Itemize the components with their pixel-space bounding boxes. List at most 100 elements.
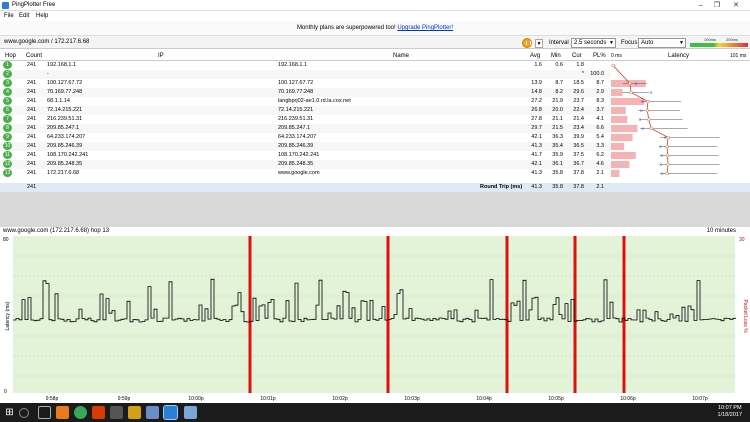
pl-max-label: 30: [739, 237, 745, 243]
col-min[interactable]: Min: [551, 53, 561, 59]
restore-button[interactable]: ❐: [710, 1, 724, 10]
window-title: PingPlotter Free: [12, 2, 56, 8]
pingplotter-taskbar-icon[interactable]: [163, 405, 178, 420]
hop-count: 241: [27, 125, 37, 131]
packet-loss-marker: [622, 236, 626, 393]
col-pl[interactable]: PL%: [593, 53, 606, 59]
table-row[interactable]: 1 241 192.168.1.1 192.168.1.1 1.6 0.6 1.8: [0, 61, 610, 70]
clock[interactable]: 10:07 PM 1/18/2017: [718, 405, 742, 419]
hop-ip: 64.233.174.207: [47, 134, 86, 140]
average-latency-point: [665, 171, 669, 176]
grid-header: Hop Count IP Name Avg Min Cur PL% 0 ms L…: [0, 52, 750, 61]
current-latency-mark: ×: [659, 162, 662, 168]
hop-min: 21.9: [552, 98, 563, 104]
table-row[interactable]: 12 241 209.85.248.35 209.85.248.35 42.1 36.1 3…: [0, 160, 610, 169]
hop-ip: 209.85.248.35: [47, 161, 83, 167]
hop-avg: 42.1: [531, 161, 542, 167]
interval-select[interactable]: 2.5 seconds ▼: [571, 38, 616, 48]
app-icon[interactable]: [110, 406, 123, 419]
hop-avg: 14.8: [531, 89, 542, 95]
splitter-area[interactable]: [0, 192, 750, 227]
hop-count: 241: [27, 134, 37, 140]
target-label: www.google.com / 172.217.6.68: [4, 39, 90, 45]
col-avg[interactable]: Avg: [530, 53, 540, 59]
hop-ip: 172.217.6.68: [47, 170, 80, 176]
hop-name: 64.233.174.207: [278, 134, 317, 140]
hop-number: 13: [3, 169, 12, 177]
table-row[interactable]: 5 241 68.1.1.14 langbprj02-ae1.0.rd.la.cox.…: [0, 97, 610, 106]
firefox-icon[interactable]: [56, 406, 69, 419]
minimize-button[interactable]: –: [694, 1, 708, 10]
col-latency[interactable]: Latency: [668, 53, 689, 59]
hop-min: 8.2: [555, 89, 563, 95]
search-icon[interactable]: [19, 408, 29, 418]
menu-file[interactable]: File: [4, 13, 14, 19]
hop-min: 35.4: [552, 143, 563, 149]
hop-ip: 70.169.77.248: [47, 89, 83, 95]
table-row[interactable]: 7 241 216.239.51.31 216.239.51.31 27.8 21.1 21…: [0, 115, 610, 124]
chevron-down-icon[interactable]: ▼: [535, 39, 543, 48]
hop-cur: 36.5: [573, 143, 584, 149]
graph-duration[interactable]: 10 minutes: [707, 228, 736, 234]
windows-start-icon[interactable]: ⊞: [3, 406, 16, 419]
table-row[interactable]: 8 241 209.85.247.1 209.85.247.1 29.7 21.5 23.4…: [0, 124, 610, 133]
average-latency-point: [649, 126, 653, 131]
col-name[interactable]: Name: [393, 53, 409, 59]
menu-edit[interactable]: Edit: [19, 13, 29, 19]
col-count[interactable]: Count: [26, 53, 42, 59]
table-row[interactable]: 13 241 172.217.6.68 www.google.com 41.3 35.8 3…: [0, 169, 610, 178]
table-row[interactable]: 11 241 108.170.242.241 108.170.242.241 41.7 3…: [0, 151, 610, 160]
pingplotter-app-icon: [2, 2, 9, 9]
pause-icon[interactable]: [522, 38, 532, 48]
hop-pl: 8.3: [596, 98, 604, 104]
graph-title: www.google.com (172.217.6.68) hop 13: [3, 228, 110, 234]
col-ip[interactable]: IP: [158, 53, 164, 59]
current-latency-mark: ×: [640, 108, 643, 114]
table-row[interactable]: 2 - * 100.0: [0, 70, 610, 79]
interval-label: Interval: [549, 40, 569, 46]
average-latency-point: [666, 135, 670, 140]
hop-min: 8.7: [555, 80, 563, 86]
col-cur[interactable]: Cur: [572, 53, 582, 59]
table-row[interactable]: 6 241 72.14.215.221 72.14.215.221 26.8 20.0 22…: [0, 106, 610, 115]
chrome-icon[interactable]: [74, 406, 87, 419]
x-tick-label: 10:02p: [332, 396, 348, 402]
hop-cur: 23.4: [573, 125, 584, 131]
table-row[interactable]: 4 241 70.169.77.248 70.169.77.248 14.8 8.2 29.…: [0, 88, 610, 97]
hop-ip: 68.1.1.14: [47, 98, 70, 104]
menu-help[interactable]: Help: [36, 13, 48, 19]
packet-loss-bar: [611, 116, 628, 123]
summary-pl: 2.1: [596, 184, 604, 190]
x-tick-label: 10:06p: [620, 396, 636, 402]
hop-avg: 41.7: [531, 152, 542, 158]
table-row[interactable]: 9 241 64.233.174.207 64.233.174.207 42.1 36.3…: [0, 133, 610, 142]
average-latency-point: [665, 144, 669, 149]
chevron-down-icon: ▼: [679, 40, 684, 46]
pl-axis-label: Packet Loss %: [742, 299, 748, 333]
close-button[interactable]: ✕: [729, 1, 743, 10]
app-icon[interactable]: [184, 406, 197, 419]
app-icon[interactable]: [146, 406, 159, 419]
office-icon[interactable]: [92, 406, 105, 419]
focus-select[interactable]: Auto ▼: [638, 38, 686, 48]
packet-loss-marker: [505, 236, 509, 393]
x-tick-label: 9:58p: [46, 396, 59, 402]
packet-loss-bar: [611, 89, 623, 96]
task-view-icon[interactable]: [38, 406, 51, 419]
average-latency-point: [628, 81, 632, 86]
col-hop[interactable]: Hop: [5, 53, 16, 59]
hop-name: 70.169.77.248: [278, 89, 314, 95]
hop-min: 21.5: [552, 125, 563, 131]
packet-loss-marker: [248, 236, 252, 393]
toolbar: www.google.com / 172.217.6.68 ▼ Interval…: [0, 35, 750, 49]
hop-cur: 29.6: [573, 89, 584, 95]
file-explorer-icon[interactable]: [128, 406, 141, 419]
hop-number: 2: [3, 70, 12, 78]
hop-pl: 4.6: [596, 161, 604, 167]
upgrade-link[interactable]: Upgrade PingPlotter!: [397, 25, 453, 31]
x-tick-label: 10:01p: [260, 396, 276, 402]
focus-label: Focus: [621, 40, 638, 46]
table-row[interactable]: 10 241 209.85.246.39 209.85.246.39 41.3 35.4 3…: [0, 142, 610, 151]
hop-ip: -: [47, 71, 49, 77]
table-row[interactable]: 3 241 100.127.67.72 100.127.67.72 13.9 8.7 18.…: [0, 79, 610, 88]
